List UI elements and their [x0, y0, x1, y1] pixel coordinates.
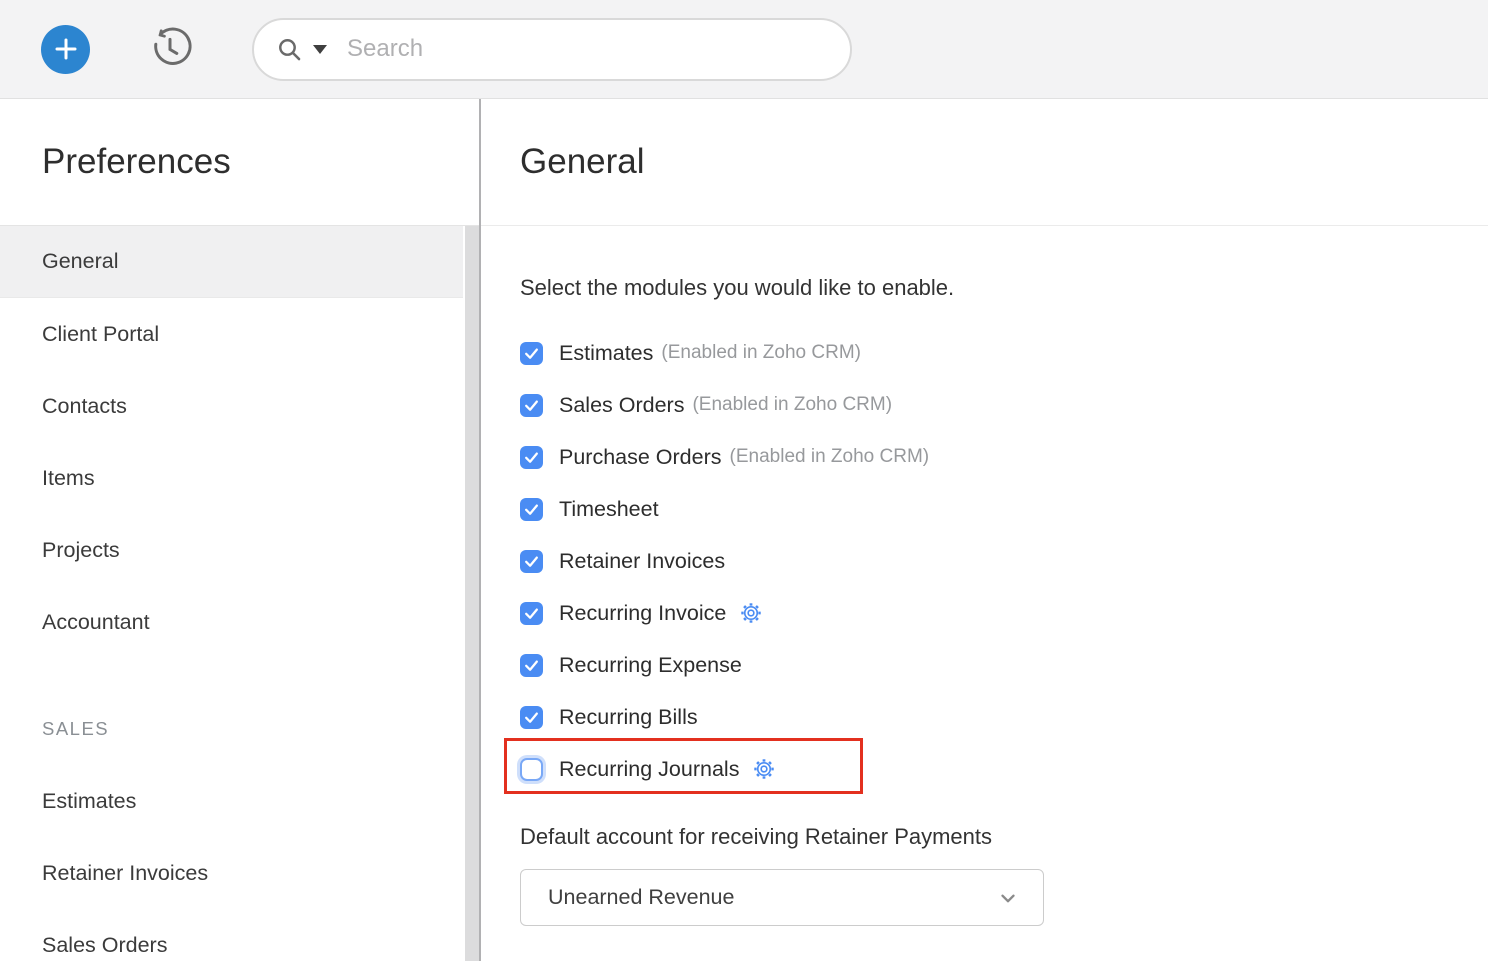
- preferences-sidebar: Preferences GeneralClient PortalContacts…: [0, 99, 481, 961]
- module-label-recurring-expense: Recurring Expense: [559, 653, 742, 678]
- module-row-recurring-expense: Recurring Expense: [520, 639, 1488, 691]
- module-list: Estimates(Enabled in Zoho CRM)Sales Orde…: [520, 327, 1488, 795]
- sidebar-item-accountant[interactable]: Accountant: [0, 586, 463, 658]
- sidebar-item-retainer-invoices[interactable]: Retainer Invoices: [0, 837, 463, 909]
- checkbox-retainer-invoices[interactable]: [520, 550, 543, 573]
- module-label-purchase-orders: Purchase Orders: [559, 445, 722, 470]
- caret-down-icon[interactable]: [313, 45, 327, 54]
- history-icon: [146, 25, 194, 73]
- checkbox-purchase-orders[interactable]: [520, 446, 543, 469]
- module-label-retainer-invoices: Retainer Invoices: [559, 549, 725, 574]
- module-suffix-estimates: (Enabled in Zoho CRM): [661, 342, 861, 364]
- checkmark-icon: [523, 657, 540, 674]
- module-label-sales-orders: Sales Orders: [559, 393, 684, 418]
- module-row-sales-orders: Sales Orders (Enabled in Zoho CRM): [520, 379, 1488, 431]
- sidebar-item-sales-orders[interactable]: Sales Orders: [0, 909, 463, 961]
- checkbox-recurring-journals[interactable]: [520, 758, 543, 781]
- sidebar-nav: GeneralClient PortalContactsItemsProject…: [0, 226, 479, 961]
- checkbox-recurring-invoice[interactable]: [520, 602, 543, 625]
- settings-content: Select the modules you would like to ena…: [481, 271, 1488, 926]
- module-label-timesheet: Timesheet: [559, 497, 659, 522]
- search-icon[interactable]: [276, 36, 303, 63]
- module-row-recurring-invoice: Recurring Invoice: [520, 587, 1488, 639]
- module-row-recurring-journals: Recurring Journals: [520, 743, 1488, 795]
- modules-intro-text: Select the modules you would like to ena…: [520, 271, 1488, 305]
- checkmark-icon: [523, 501, 540, 518]
- checkmark-icon: [523, 553, 540, 570]
- chevron-down-icon: [997, 887, 1019, 909]
- module-row-estimates: Estimates (Enabled in Zoho CRM): [520, 327, 1488, 379]
- gear-icon[interactable]: [753, 758, 775, 780]
- retainer-account-label: Default account for receiving Retainer P…: [520, 820, 1488, 854]
- plus-icon: [53, 36, 79, 62]
- module-row-purchase-orders: Purchase Orders (Enabled in Zoho CRM): [520, 431, 1488, 483]
- checkmark-icon: [523, 345, 540, 362]
- module-suffix-purchase-orders: (Enabled in Zoho CRM): [730, 446, 930, 468]
- sidebar-item-items[interactable]: Items: [0, 442, 463, 514]
- module-label-recurring-invoice: Recurring Invoice: [559, 601, 726, 626]
- module-label-estimates: Estimates: [559, 341, 653, 366]
- page-title: General: [481, 99, 1488, 226]
- retainer-account-select[interactable]: Unearned Revenue: [520, 869, 1044, 926]
- add-new-button[interactable]: [41, 25, 90, 74]
- sidebar-item-client-portal[interactable]: Client Portal: [0, 298, 463, 370]
- checkbox-timesheet[interactable]: [520, 498, 543, 521]
- search-bar[interactable]: [252, 18, 852, 81]
- module-label-recurring-journals: Recurring Journals: [559, 757, 739, 782]
- module-row-timesheet: Timesheet: [520, 483, 1488, 535]
- top-bar: [0, 0, 1488, 99]
- sidebar-item-estimates[interactable]: Estimates: [0, 765, 463, 837]
- general-settings-panel: General Select the modules you would lik…: [481, 99, 1488, 961]
- sidebar-item-contacts[interactable]: Contacts: [0, 370, 463, 442]
- gear-icon[interactable]: [740, 602, 762, 624]
- app-body: Preferences GeneralClient PortalContacts…: [0, 99, 1488, 961]
- sidebar-item-projects[interactable]: Projects: [0, 514, 463, 586]
- module-label-recurring-bills: Recurring Bills: [559, 705, 698, 730]
- checkbox-sales-orders[interactable]: [520, 394, 543, 417]
- sidebar-title: Preferences: [0, 99, 479, 226]
- checkmark-icon: [523, 709, 540, 726]
- checkbox-recurring-expense[interactable]: [520, 654, 543, 677]
- sidebar-item-general[interactable]: General: [0, 226, 463, 298]
- sidebar-scrollbar[interactable]: [465, 226, 479, 961]
- checkbox-estimates[interactable]: [520, 342, 543, 365]
- checkmark-icon: [523, 605, 540, 622]
- module-row-recurring-bills: Recurring Bills: [520, 691, 1488, 743]
- checkmark-icon: [523, 397, 540, 414]
- sidebar-section-sales: SALES: [0, 693, 479, 765]
- module-suffix-sales-orders: (Enabled in Zoho CRM): [692, 394, 892, 416]
- checkmark-icon: [523, 449, 540, 466]
- search-input[interactable]: [347, 35, 828, 63]
- checkbox-recurring-bills[interactable]: [520, 706, 543, 729]
- module-row-retainer-invoices: Retainer Invoices: [520, 535, 1488, 587]
- retainer-account-value: Unearned Revenue: [548, 885, 734, 910]
- recent-history-button[interactable]: [146, 25, 194, 73]
